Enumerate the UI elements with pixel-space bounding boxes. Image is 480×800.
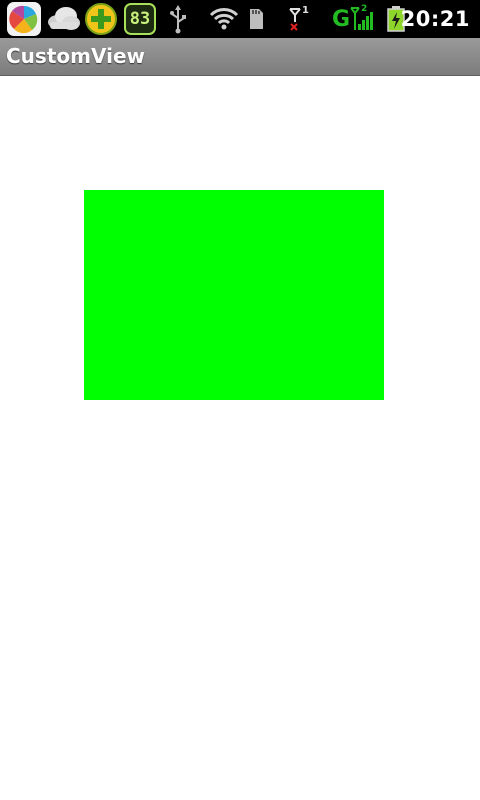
sim-slot-1-label: 1 <box>302 5 309 16</box>
gprs-signal-icon: G 2 <box>332 0 374 38</box>
title-bar: CustomView <box>0 38 480 76</box>
usb-icon <box>166 0 190 38</box>
status-bar: 83 1 G 2 20:21 <box>0 0 480 38</box>
cloud-weather-icon <box>44 0 82 38</box>
status-clock: 20:21 <box>400 7 470 31</box>
signal-off-icon: 1 <box>286 0 310 38</box>
sim-slot-2-label: 2 <box>361 4 368 14</box>
pinwheel-app-icon <box>4 0 44 38</box>
app-title: CustomView <box>6 44 145 68</box>
counter-83-icon: 83 <box>123 0 157 38</box>
custom-view-rect <box>84 190 384 400</box>
wifi-icon <box>208 0 240 38</box>
counter-value: 83 <box>129 9 151 29</box>
content-area <box>0 76 480 800</box>
plus-app-icon <box>84 0 120 38</box>
sd-card-icon <box>246 0 266 38</box>
